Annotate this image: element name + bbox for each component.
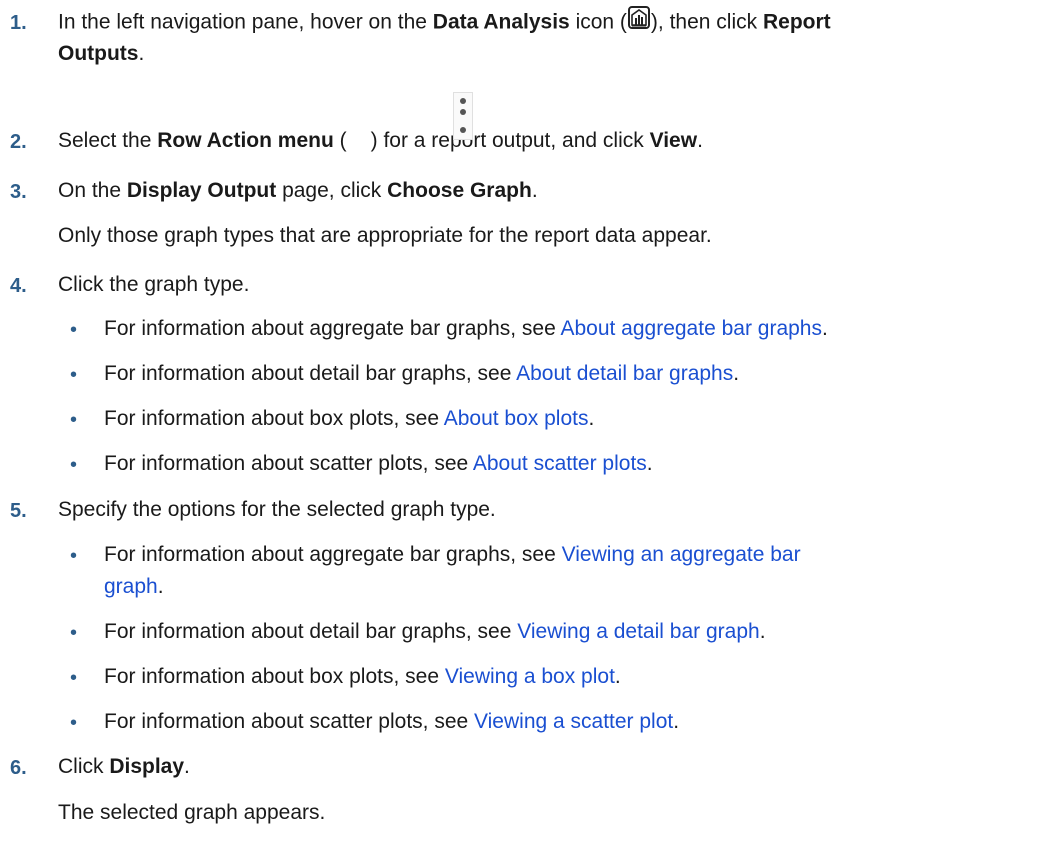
list-item: For information about box plots, see Abo… xyxy=(104,407,595,430)
list-item: For information about aggregate bar grap… xyxy=(104,543,801,566)
link-about-aggregate-bar-graphs[interactable]: About aggregate bar graphs xyxy=(560,317,822,340)
row-action-kebab-icon xyxy=(453,92,473,140)
step-1-text: In the left navigation pane, hover on th… xyxy=(58,6,831,40)
list-item: For information about scatter plots, see… xyxy=(104,452,653,475)
step-number: 5. xyxy=(10,500,27,522)
list-item: For information about detail bar graphs,… xyxy=(104,620,766,643)
list-item: For information about scatter plots, see… xyxy=(104,710,680,733)
link-about-detail-bar-graphs[interactable]: About detail bar graphs xyxy=(516,362,733,385)
link-viewing-box-plot[interactable]: Viewing a box plot xyxy=(445,665,615,688)
list-item: For information about detail bar graphs,… xyxy=(104,362,740,385)
link-viewing-scatter-plot[interactable]: Viewing a scatter plot xyxy=(474,710,673,733)
step-number: 3. xyxy=(10,181,27,203)
step-5-text: Specify the options for the selected gra… xyxy=(58,498,496,521)
step-number: 4. xyxy=(10,275,27,297)
link-viewing-detail-bar-graph[interactable]: Viewing a detail bar graph xyxy=(517,620,759,643)
link-about-scatter-plots[interactable]: About scatter plots xyxy=(473,452,647,475)
list-item: For information about box plots, see Vie… xyxy=(104,665,621,688)
step-number: 6. xyxy=(10,757,27,779)
link-viewing-aggregate-bar-graph-cont[interactable]: graph xyxy=(104,575,158,598)
step-2-text: Select the Row Action menu () for a repo… xyxy=(58,129,703,152)
step-4-text: Click the graph type. xyxy=(58,273,250,296)
step-number: 2. xyxy=(10,131,27,153)
step-number: 1. xyxy=(10,12,27,34)
list-item: For information about aggregate bar grap… xyxy=(104,317,828,340)
link-about-box-plots[interactable]: About box plots xyxy=(444,407,589,430)
step-6-note: The selected graph appears. xyxy=(58,801,326,824)
step-6-text: Click Display. xyxy=(58,755,190,778)
step-3-note: Only those graph types that are appropri… xyxy=(58,224,712,247)
link-viewing-aggregate-bar-graph[interactable]: Viewing an aggregate bar xyxy=(562,543,801,566)
data-analysis-icon xyxy=(627,6,650,40)
step-3-text: On the Display Output page, click Choose… xyxy=(58,179,538,202)
